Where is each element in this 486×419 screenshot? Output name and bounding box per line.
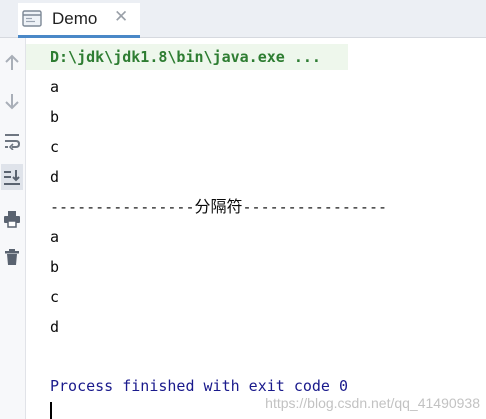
tab-demo[interactable]: Demo ✕ bbox=[18, 3, 140, 38]
soft-wrap-button[interactable] bbox=[1, 128, 23, 154]
output-line: b bbox=[50, 108, 60, 126]
previous-occurrence-button[interactable] bbox=[1, 50, 23, 76]
output-line: b bbox=[50, 258, 60, 276]
output-line: a bbox=[50, 228, 60, 246]
tab-title: Demo bbox=[52, 9, 98, 28]
close-icon[interactable]: ✕ bbox=[114, 7, 128, 27]
output-line: a bbox=[50, 78, 60, 96]
clear-all-button[interactable] bbox=[1, 244, 23, 270]
separator-dashes-right: ---------------- bbox=[242, 198, 388, 216]
separator-label: 分隔符 bbox=[194, 197, 243, 216]
scroll-to-end-icon bbox=[4, 170, 20, 185]
arrow-up-icon bbox=[5, 54, 19, 70]
print-button[interactable] bbox=[1, 206, 23, 232]
console-output[interactable]: D:\jdk\jdk1.8\bin\java.exe ... a b c d -… bbox=[26, 38, 486, 419]
output-line: d bbox=[50, 168, 60, 186]
output-line: c bbox=[50, 138, 60, 156]
console-window-icon bbox=[22, 10, 42, 27]
text-caret bbox=[50, 402, 52, 419]
arrow-down-icon bbox=[5, 94, 19, 110]
scroll-to-end-button[interactable] bbox=[1, 164, 23, 190]
watermark: https://blog.csdn.net/qq_41490938 bbox=[265, 395, 480, 411]
trash-icon bbox=[5, 249, 19, 265]
command-line: D:\jdk\jdk1.8\bin\java.exe ... bbox=[50, 48, 321, 66]
tab-bar: Demo ✕ bbox=[0, 0, 486, 38]
output-line: d bbox=[50, 318, 60, 336]
print-icon bbox=[4, 211, 20, 228]
soft-wrap-icon bbox=[5, 134, 21, 150]
separator-line: ----------------分隔符---------------- bbox=[50, 197, 388, 217]
console-toolbar bbox=[0, 38, 26, 419]
separator-dashes-left: ---------------- bbox=[50, 198, 195, 216]
output-line: c bbox=[50, 288, 60, 306]
process-finished-message: Process finished with exit code 0 bbox=[50, 377, 349, 395]
next-occurrence-button[interactable] bbox=[1, 88, 23, 114]
